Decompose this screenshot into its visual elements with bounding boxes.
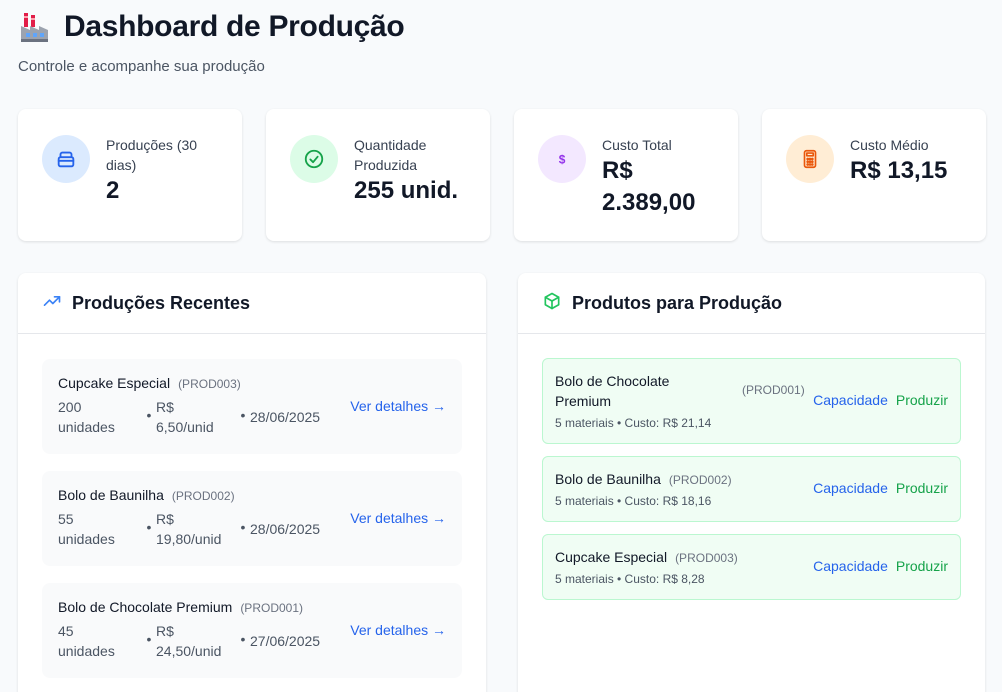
product-summary: 5 materiais • Custo: R$ 18,16: [555, 494, 712, 508]
product-name: Bolo de Baunilha: [58, 487, 164, 503]
trending-up-icon: [42, 291, 62, 316]
product-name: Cupcake Especial: [58, 375, 171, 391]
produce-button[interactable]: Produzir: [896, 392, 948, 408]
stat-label: Produções (30: [106, 137, 198, 153]
quantity: 55 unidades: [58, 511, 115, 547]
panel-title: Produções Recentes: [72, 292, 251, 313]
stat-label: Custo Total: [602, 137, 672, 153]
panel-header: Produtos para Produção: [518, 273, 985, 334]
product-summary: 5 materiais • Custo: R$ 21,14: [555, 416, 712, 430]
list-item: Cupcake Especial (PROD003) 5 materiais •…: [542, 534, 961, 600]
recent-productions-panel: Produções Recentes Cupcake Especial (PRO…: [18, 273, 486, 692]
stat-card-total-cost: $ Custo Total R$ 2.389,00: [514, 109, 738, 241]
production-date: 28/06/2025: [250, 521, 321, 537]
factory-icon: [18, 11, 54, 43]
separator: •: [146, 519, 152, 535]
separator: •: [240, 631, 246, 647]
list-item: Bolo de Chocolate Premium (PROD001) 45 un…: [42, 583, 462, 678]
panel-header: Produções Recentes: [18, 273, 486, 334]
unit-cost: R$ 19,80/unid: [156, 511, 222, 547]
quantity: 200 unidades: [58, 399, 115, 435]
product-name: Bolo de Chocolate Premium: [555, 373, 670, 409]
quantity: 45 unidades: [58, 623, 115, 659]
stat-value: 255 unid.: [354, 177, 459, 204]
production-date: 27/06/2025: [250, 633, 321, 649]
list-item: Bolo de Baunilha (PROD002) 55 unidades • …: [42, 471, 462, 566]
product-code: (PROD002): [171, 489, 235, 503]
separator: •: [146, 631, 152, 647]
separator: •: [240, 519, 246, 535]
product-code: (PROD001): [742, 383, 805, 397]
stat-card-quantity: Quantidade Produzida 255 unid.: [266, 109, 490, 241]
stat-value: 2: [106, 177, 120, 204]
list-item: Bolo de Baunilha (PROD002) 5 materiais •…: [542, 456, 961, 522]
box-icon: [42, 135, 90, 183]
separator: •: [240, 407, 246, 423]
stat-label: Custo Médio: [850, 137, 929, 153]
calculator-icon: [786, 135, 834, 183]
stat-value: 2.389,00: [602, 189, 696, 216]
view-details-link[interactable]: Ver detalhes →: [350, 622, 446, 638]
stat-card-avg-cost: Custo Médio R$ 13,15: [762, 109, 986, 241]
product-code: (PROD003): [675, 551, 738, 565]
product-summary: 5 materiais • Custo: R$ 8,28: [555, 572, 705, 586]
view-details-link[interactable]: Ver detalhes →: [350, 398, 446, 414]
svg-text:$: $: [559, 153, 566, 167]
list-item: Cupcake Especial (PROD003) 200 unidades •…: [42, 359, 462, 454]
page-header: Dashboard de Produção Controle e acompan…: [18, 10, 405, 75]
separator: •: [146, 407, 152, 423]
stat-card-productions: Produções (30 dias) 2: [18, 109, 242, 241]
page-title: Dashboard de Produção: [64, 10, 405, 43]
product-name: Bolo de Baunilha: [555, 471, 661, 487]
list-item: Bolo de Chocolate Premium (PROD001) 5 mat…: [542, 358, 961, 444]
stat-value: R$ 13,15: [850, 157, 948, 184]
view-details-link[interactable]: Ver detalhes →: [350, 510, 446, 526]
stat-label: Produzida: [354, 157, 418, 173]
product-code: (PROD001): [240, 601, 303, 615]
capacity-button[interactable]: Capacidade: [813, 392, 888, 408]
capacity-button[interactable]: Capacidade: [813, 480, 888, 496]
dollar-icon: $: [538, 135, 586, 183]
unit-cost: R$ 6,50/unid: [156, 399, 214, 435]
stat-label: dias): [106, 157, 137, 173]
produce-button[interactable]: Produzir: [896, 480, 948, 496]
product-code: (PROD003): [178, 377, 241, 391]
cube-icon: [542, 291, 562, 316]
check-circle-icon: [290, 135, 338, 183]
product-name: Cupcake Especial: [555, 549, 668, 565]
capacity-button[interactable]: Capacidade: [813, 558, 888, 574]
unit-cost: R$ 24,50/unid: [156, 623, 222, 659]
product-code: (PROD002): [668, 473, 732, 487]
stats-row: Produções (30 dias) 2 Quantidade Produzi…: [18, 109, 986, 241]
product-name: Bolo de Chocolate Premium: [58, 599, 233, 615]
products-panel: Produtos para Produção Bolo de Chocolate…: [518, 273, 985, 692]
production-date: 28/06/2025: [250, 409, 321, 425]
page-subtitle: Controle e acompanhe sua produção: [18, 58, 265, 75]
stat-value: R$: [602, 157, 633, 184]
produce-button[interactable]: Produzir: [896, 558, 948, 574]
panel-title: Produtos para Produção: [572, 292, 783, 313]
stat-label: Quantidade: [354, 137, 427, 153]
